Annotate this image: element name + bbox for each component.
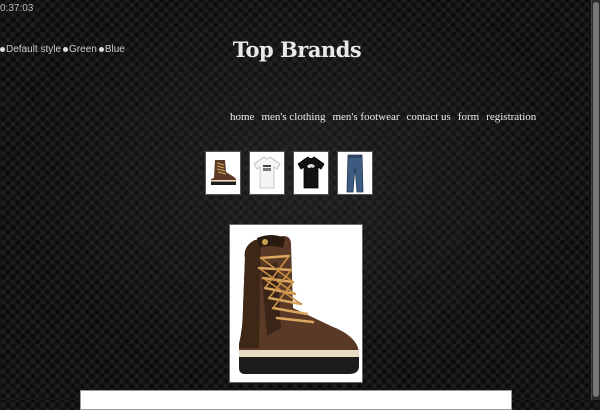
nav-link-registration[interactable]: registration [486,111,536,123]
thumbnail-boot[interactable] [204,150,242,196]
thumbnail-jeans[interactable] [336,150,374,196]
main-nav: home men's clothing men's footwear conta… [230,111,536,123]
thumbnail-black-tshirt[interactable] [292,150,330,196]
black-tshirt-icon [297,156,325,189]
nav-link-mens-clothing[interactable]: men's clothing [261,111,325,123]
nav-link-contact-us[interactable]: contact us [407,111,451,123]
white-tshirt-icon [253,156,281,189]
clock-display: 0:37:03 [0,3,34,14]
jeans-icon [346,154,364,193]
featured-product-image [229,224,363,383]
nav-link-home[interactable]: home [230,111,254,123]
content-panel [80,390,512,410]
boot-icon [239,234,359,374]
thumbnail-gallery [204,150,374,196]
nav-link-form[interactable]: form [458,111,479,123]
thumbnail-white-tshirt[interactable] [248,150,286,196]
nav-link-mens-footwear[interactable]: men's footwear [332,111,399,123]
boot-icon [211,160,237,185]
site-title: Top Brands [232,37,362,62]
